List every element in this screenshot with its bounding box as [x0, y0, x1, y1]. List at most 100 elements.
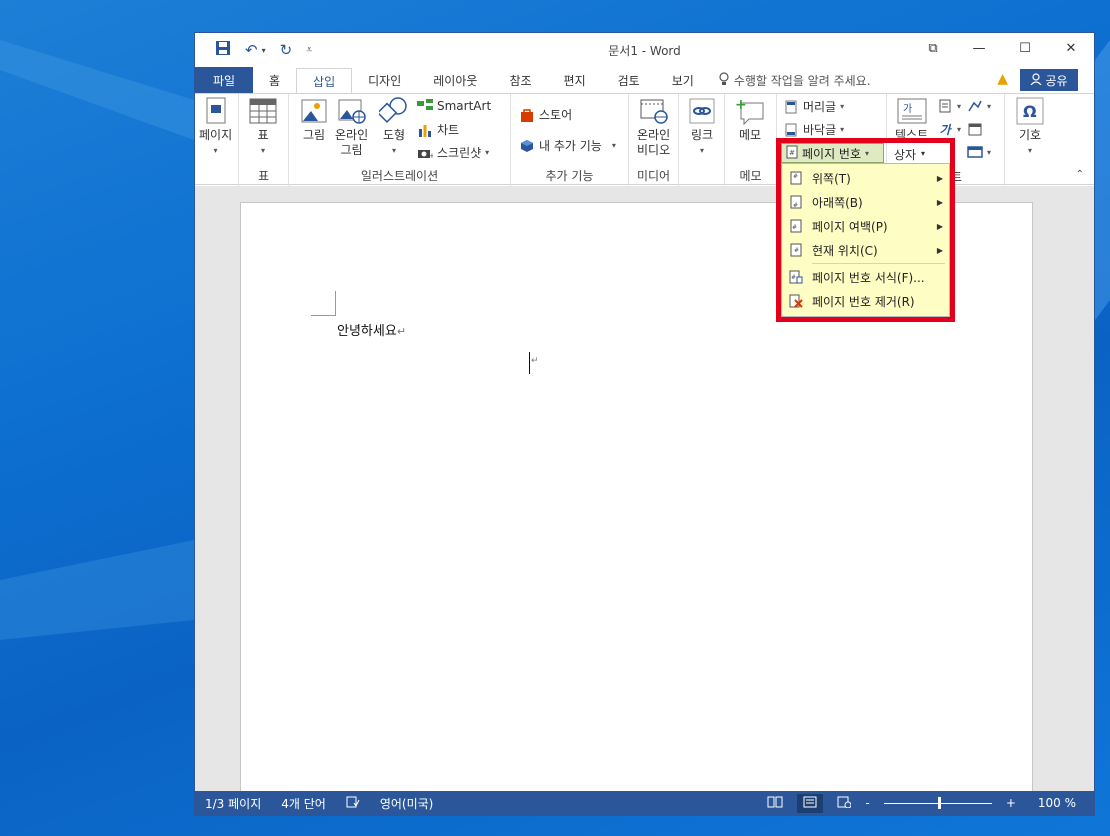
footer-button[interactable]: 바닥글 ▾	[783, 121, 844, 138]
table-icon	[248, 96, 278, 126]
menu-item-top-of-page[interactable]: # 위쪽(T) ▶	[782, 166, 949, 190]
online-video-label-2: 비디오	[637, 143, 671, 157]
header-button[interactable]: 머리글 ▾	[783, 98, 844, 115]
shapes-label: 도형	[382, 128, 406, 142]
link-button[interactable]: 링크 ▾	[687, 96, 717, 158]
document-area: 안녕하세요↵ ↵	[195, 186, 1094, 802]
tab-home[interactable]: 홈	[253, 67, 296, 93]
chevron-down-icon: ▾	[957, 101, 962, 111]
status-word-count[interactable]: 4개 단어	[271, 795, 336, 812]
menu-item-page-margins[interactable]: # 페이지 여백(P) ▶	[782, 214, 949, 238]
omega-icon: Ω	[1015, 96, 1045, 126]
paragraph-mark-icon: ↵	[531, 356, 539, 366]
tab-file[interactable]: 파일	[195, 67, 253, 93]
store-label: 스토어	[539, 108, 573, 122]
textbox-icon: 가	[897, 96, 927, 126]
zoom-out-button[interactable]: -	[865, 796, 869, 810]
status-page-count[interactable]: 1/3 페이지	[195, 795, 271, 812]
title-bar: ↶ ▾ ↻ ⩡ 문서1 - Word ⧉ — ☐ ✕	[195, 33, 1094, 67]
menu-item-label: 페이지 번호 서식(F)...	[812, 270, 925, 285]
share-button[interactable]: 공유	[1020, 69, 1078, 91]
shapes-button[interactable]: 도형 ▾	[379, 96, 409, 158]
page-number-icon: #	[786, 145, 798, 162]
read-mode-icon[interactable]	[767, 796, 783, 811]
chevron-down-icon: ▾	[865, 148, 870, 158]
chevron-down-icon: ▾	[1027, 146, 1032, 155]
current-position-icon: #	[788, 242, 804, 258]
chevron-down-icon: ▾	[391, 146, 396, 155]
pages-button[interactable]: 페이지 ▾	[199, 96, 232, 158]
tab-references[interactable]: 참조	[493, 67, 547, 93]
document-paragraph[interactable]: 안녕하세요↵	[337, 320, 406, 339]
tab-review[interactable]: 검토	[602, 67, 656, 93]
online-picture-button[interactable]: 온라인 그림	[335, 96, 368, 158]
comment-label: 메모	[738, 128, 762, 142]
chart-button[interactable]: 차트	[417, 121, 459, 138]
tab-design[interactable]: 디자인	[352, 67, 417, 93]
page-margin-icon: #	[788, 218, 804, 234]
menu-item-label: 현재 위치(C)	[812, 243, 878, 258]
store-button[interactable]: 스토어	[519, 106, 572, 123]
proofing-icon[interactable]	[336, 796, 370, 811]
chevron-down-icon: ▾	[699, 146, 704, 155]
page-number-menu: # 위쪽(T) ▶ # 아래쪽(B) ▶ # 페이지 여백(P) ▶ # 현재 …	[781, 163, 950, 317]
status-language[interactable]: 영어(미국)	[370, 795, 444, 812]
wordart-button[interactable]: 가 ▾	[937, 121, 961, 137]
svg-text:가: 가	[903, 103, 912, 115]
date-time-button[interactable]	[967, 121, 983, 137]
collapse-ribbon-icon[interactable]: ⌃	[1076, 169, 1084, 180]
online-video-button[interactable]: 온라인 비디오	[637, 96, 670, 158]
close-button[interactable]: ✕	[1048, 33, 1094, 63]
menu-item-remove-page-numbers[interactable]: 페이지 번호 제거(R)	[782, 289, 949, 313]
format-page-number-icon: #	[788, 269, 804, 285]
header-label: 머리글	[803, 100, 837, 114]
tab-insert[interactable]: 삽입	[296, 68, 353, 93]
page-number-label: 페이지 번호	[802, 146, 862, 161]
zoom-slider[interactable]	[883, 796, 992, 809]
svg-text:#: #	[791, 274, 796, 281]
group-illustrations: 그림 온라인 그림 도형 ▾ SmartArt 차트 스크린샷 ▾ 일러스트레이…	[289, 94, 511, 186]
submenu-arrow-icon: ▶	[936, 221, 943, 231]
word-window: ↶ ▾ ↻ ⩡ 문서1 - Word ⧉ — ☐ ✕ 파일 홈 삽입 디자인 레…	[194, 32, 1095, 816]
submenu-arrow-icon: ▶	[936, 245, 943, 255]
tell-me-box[interactable]: 수행할 작업을 알려 주세요.	[718, 67, 871, 93]
tab-layout[interactable]: 레이아웃	[417, 67, 493, 93]
svg-text:+: +	[735, 97, 747, 113]
textbox-button[interactable]: 가 텍스트	[895, 96, 928, 143]
signature-line-button[interactable]: ▾	[967, 98, 991, 114]
menu-item-format-page-numbers[interactable]: # 페이지 번호 서식(F)...	[782, 265, 949, 289]
smartart-button[interactable]: SmartArt	[417, 98, 491, 114]
menu-item-current-position[interactable]: # 현재 위치(C) ▶	[782, 238, 949, 262]
my-addins-button[interactable]: 내 추가 기능 ▾	[519, 137, 616, 154]
warning-icon[interactable]: ▲	[997, 71, 1008, 87]
zoom-slider-thumb[interactable]	[937, 796, 941, 809]
tell-me-text: 수행할 작업을 알려 주세요.	[733, 73, 871, 88]
web-layout-icon[interactable]	[837, 796, 852, 811]
zoom-level[interactable]: 100 %	[1038, 796, 1076, 810]
print-layout-icon[interactable]	[797, 793, 824, 813]
ribbon-tabs: 파일 홈 삽입 디자인 레이아웃 참조 편지 검토 보기 수행할 작업을 알려 …	[195, 67, 1094, 93]
screenshot-button[interactable]: + 스크린샷 ▾	[417, 144, 489, 161]
ribbon-display-icon[interactable]: ⧉	[910, 33, 956, 63]
comment-button[interactable]: + 메모	[735, 96, 765, 143]
symbol-button[interactable]: Ω 기호 ▾	[1015, 96, 1045, 158]
table-label: 표	[257, 128, 269, 142]
zoom-in-button[interactable]: +	[1006, 796, 1016, 810]
menu-item-bottom-of-page[interactable]: # 아래쪽(B) ▶	[782, 190, 949, 214]
minimize-button[interactable]: —	[956, 33, 1002, 63]
table-button[interactable]: 표 ▾	[248, 96, 278, 158]
quick-parts-button[interactable]: ▾	[937, 98, 961, 114]
group-addins: 스토어 내 추가 기능 ▾ 추가 기능	[511, 94, 629, 186]
shapes-icon	[379, 96, 409, 126]
submenu-arrow-icon: ▶	[936, 197, 943, 207]
paragraph-mark-icon: ↵	[396, 325, 407, 338]
svg-text:#: #	[792, 224, 797, 231]
picture-button[interactable]: 그림	[299, 96, 329, 143]
tab-view[interactable]: 보기	[656, 67, 710, 93]
object-button[interactable]: ▾	[967, 144, 991, 160]
window-controls: ⧉ — ☐ ✕	[910, 33, 1094, 63]
maximize-button[interactable]: ☐	[1002, 33, 1048, 63]
page-number-button[interactable]: # 페이지 번호 ▾	[781, 143, 884, 163]
picture-icon	[299, 96, 329, 126]
tab-mailings[interactable]: 편지	[548, 67, 602, 93]
